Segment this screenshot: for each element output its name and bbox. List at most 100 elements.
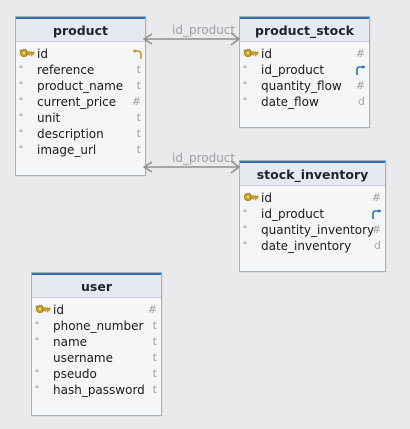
field-name: pseudo bbox=[53, 367, 97, 381]
field-row[interactable]: * date_flow d bbox=[240, 94, 369, 110]
primary-key-icon bbox=[243, 47, 259, 61]
required-marker: * bbox=[35, 384, 39, 393]
relation-product-stock[interactable]: id_product bbox=[142, 23, 241, 46]
primary-key-icon bbox=[19, 47, 35, 61]
field-type: t bbox=[136, 127, 141, 140]
field-name: image_url bbox=[37, 143, 97, 157]
required-marker: * bbox=[19, 128, 23, 137]
field-row[interactable]: *id# bbox=[32, 302, 161, 318]
relation-stock-inventory[interactable]: id_product bbox=[142, 151, 241, 174]
table-product-stock[interactable]: product_stock * id # * id_product * quantity_f… bbox=[239, 16, 370, 128]
field-row[interactable]: * id_product bbox=[240, 206, 385, 222]
field-name: phone_number bbox=[53, 319, 144, 333]
referenced-key-icon bbox=[131, 48, 143, 60]
required-marker: * bbox=[19, 64, 23, 73]
field-row[interactable]: *id# bbox=[240, 46, 369, 62]
field-type: d bbox=[358, 95, 365, 108]
field-row[interactable]: * pseudo t bbox=[32, 366, 161, 382]
required-marker: * bbox=[243, 96, 247, 105]
field-name: reference bbox=[37, 63, 95, 77]
field-row[interactable]: *id bbox=[16, 46, 145, 62]
field-row[interactable]: * quantity_flow # bbox=[240, 78, 369, 94]
field-row[interactable]: * product_name t bbox=[16, 78, 145, 94]
field-type: # bbox=[147, 303, 157, 316]
field-type: # bbox=[371, 191, 381, 204]
required-marker: * bbox=[243, 224, 247, 233]
table-title[interactable]: stock_inventory bbox=[240, 161, 385, 186]
field-name: id_product bbox=[261, 63, 325, 77]
relation-label: id_product bbox=[172, 151, 235, 165]
field-type: t bbox=[152, 351, 157, 364]
field-type: # bbox=[371, 223, 381, 236]
relation-label: id_product bbox=[172, 23, 235, 37]
field-type: t bbox=[152, 367, 157, 380]
table-title[interactable]: user bbox=[32, 273, 161, 298]
field-name: name bbox=[53, 335, 88, 349]
crow-foot-icon bbox=[230, 32, 241, 46]
field-type: t bbox=[136, 79, 141, 92]
field-type: t bbox=[136, 143, 141, 156]
field-type: # bbox=[355, 79, 365, 92]
field-name: username bbox=[53, 351, 113, 365]
field-type: d bbox=[374, 239, 381, 252]
table-title[interactable]: product bbox=[16, 17, 145, 42]
field-name: date_inventory bbox=[261, 239, 352, 253]
table-stock-inventory[interactable]: stock_inventory id # * id_product * quantity_… bbox=[239, 160, 386, 272]
field-row[interactable]: * description t bbox=[16, 126, 145, 142]
field-name: description bbox=[37, 127, 104, 141]
field-name: product_name bbox=[37, 79, 124, 93]
field-name: date_flow bbox=[261, 95, 319, 109]
field-row[interactable]: * phone_number t bbox=[32, 318, 161, 334]
required-marker: * bbox=[19, 96, 23, 105]
field-type: t bbox=[136, 111, 141, 124]
required-marker: * bbox=[35, 336, 39, 345]
crow-foot-icon bbox=[230, 160, 241, 174]
required-marker: * bbox=[243, 208, 247, 217]
field-type: t bbox=[152, 335, 157, 348]
field-row[interactable]: * quantity_inventory # bbox=[240, 222, 385, 238]
field-list: *id#*id_product*quantity_flow#*date_flow… bbox=[240, 42, 369, 110]
field-name: id_product bbox=[261, 207, 325, 221]
primary-key-icon bbox=[35, 303, 51, 317]
required-marker: * bbox=[19, 80, 23, 89]
field-name: id bbox=[37, 47, 48, 61]
field-name: hash_password bbox=[53, 383, 145, 397]
field-name: quantity_inventory bbox=[261, 223, 375, 237]
field-row[interactable]: * unit t bbox=[16, 110, 145, 126]
field-row[interactable]: * current_price # bbox=[16, 94, 145, 110]
field-row[interactable]: id # bbox=[240, 190, 385, 206]
foreign-key-icon bbox=[355, 64, 367, 76]
required-marker: * bbox=[19, 112, 23, 121]
foreign-key-icon bbox=[371, 208, 383, 220]
field-list: *id#*phone_numbert*nametusernamet*pseudo… bbox=[32, 298, 161, 398]
required-marker: * bbox=[19, 144, 23, 153]
field-row[interactable]: * reference t bbox=[16, 62, 145, 78]
table-product[interactable]: product *id*referencet*product_namet*cur… bbox=[15, 16, 146, 176]
field-name: unit bbox=[37, 111, 61, 125]
table-title[interactable]: product_stock bbox=[240, 17, 369, 42]
field-type: # bbox=[131, 95, 141, 108]
required-marker: * bbox=[243, 64, 247, 73]
required-marker: * bbox=[35, 320, 39, 329]
field-row[interactable]: username t bbox=[32, 350, 161, 366]
field-type: t bbox=[152, 319, 157, 332]
field-row[interactable]: * id_product bbox=[240, 62, 369, 78]
field-name: id bbox=[261, 47, 272, 61]
primary-key-icon bbox=[243, 191, 259, 205]
field-row[interactable]: * name t bbox=[32, 334, 161, 350]
required-marker: * bbox=[243, 240, 247, 249]
field-name: id bbox=[53, 303, 64, 317]
table-user[interactable]: user *id#*phone_numbert*nametusernamet*p… bbox=[31, 272, 162, 416]
required-marker: * bbox=[243, 80, 247, 89]
field-type: # bbox=[355, 47, 365, 60]
field-name: quantity_flow bbox=[261, 79, 342, 93]
diagram-canvas[interactable]: product *id*referencet*product_namet*cur… bbox=[0, 0, 410, 429]
field-row[interactable]: * hash_password t bbox=[32, 382, 161, 398]
required-marker: * bbox=[35, 368, 39, 377]
field-list: *id*referencet*product_namet*current_pri… bbox=[16, 42, 145, 158]
field-name: current_price bbox=[37, 95, 117, 109]
field-list: id # * id_product * quantity_inventory # * date_… bbox=[240, 186, 385, 254]
field-row[interactable]: * date_inventory d bbox=[240, 238, 385, 254]
field-type: t bbox=[136, 63, 141, 76]
field-row[interactable]: * image_url t bbox=[16, 142, 145, 158]
